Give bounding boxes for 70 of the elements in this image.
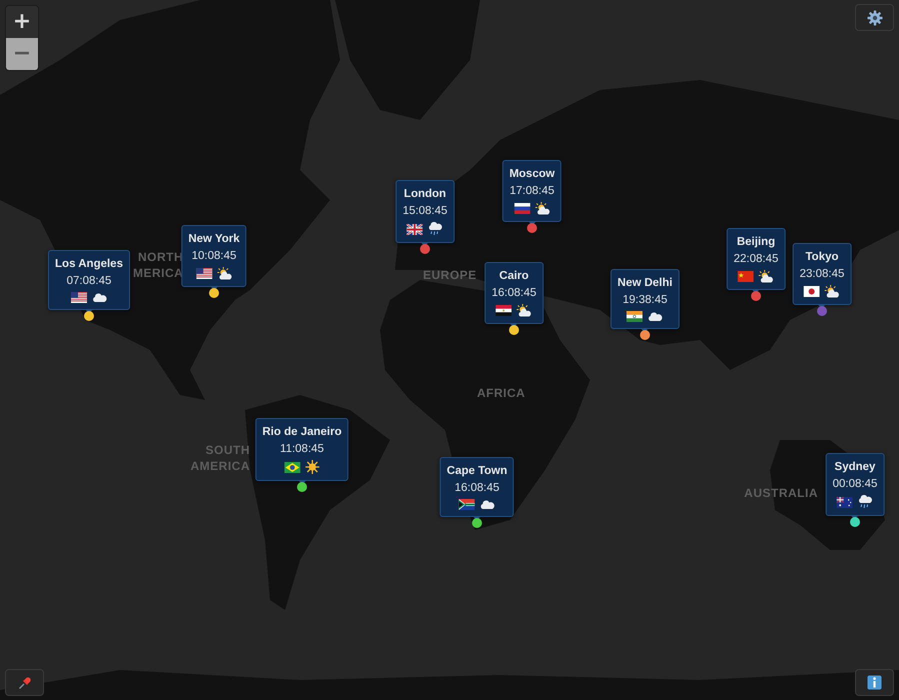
region-label: EUROPE [423, 269, 477, 281]
sun-behind-cloud-icon [517, 304, 532, 317]
city-card[interactable]: Rio de Janeiro 11:08:45 [255, 418, 349, 481]
cloud-icon [648, 311, 663, 322]
city-time: 16:08:45 [492, 287, 536, 299]
zoom-in-button[interactable]: + [6, 6, 38, 38]
city-time: 17:08:45 [510, 185, 554, 197]
city-name: Cairo [499, 270, 529, 282]
city-name: New York [188, 233, 240, 245]
settings-button[interactable] [855, 4, 894, 31]
city-card[interactable]: Sydney 00:08:45 [826, 453, 884, 516]
city-name: Beijing [736, 236, 776, 248]
flag-icon [627, 311, 643, 322]
city-card[interactable]: Cairo 16:08:45 [484, 262, 544, 324]
city-time: 22:08:45 [734, 253, 778, 265]
city-time: 00:08:45 [832, 478, 878, 490]
region-label: AUSTRALIA [744, 487, 818, 499]
city-time: 19:38:45 [622, 294, 668, 306]
city-name: Los Angeles [55, 258, 123, 270]
city-card[interactable]: Los Angeles 07:08:45 [48, 250, 130, 310]
city-time: 15:08:45 [402, 205, 448, 217]
flag-icon [196, 268, 212, 279]
city-name: Cape Town [446, 465, 508, 477]
city-card[interactable]: New York 10:08:45 [181, 225, 247, 287]
location-dot[interactable] [817, 306, 827, 316]
flag-icon [738, 271, 754, 282]
sun-behind-cloud-icon [759, 270, 774, 283]
flag-icon [496, 305, 512, 316]
city-name: Sydney [834, 461, 876, 473]
city-time: 23:08:45 [800, 268, 844, 280]
city-name: New Delhi [618, 277, 672, 289]
flag-icon [514, 203, 530, 214]
info-icon [867, 675, 882, 690]
flag-icon [407, 224, 423, 234]
city-name: Moscow [509, 168, 555, 180]
city-time: 16:08:45 [454, 482, 500, 494]
city-card[interactable]: New Delhi 19:38:45 [610, 269, 680, 329]
region-label: AFRICA [477, 387, 526, 399]
cloud-icon [92, 292, 107, 303]
city-time: 07:08:45 [66, 275, 112, 287]
region-label: NORTH [138, 251, 184, 263]
city-card[interactable]: Cape Town 16:08:45 [440, 457, 514, 517]
sun-icon [306, 460, 320, 474]
settings-icon [866, 10, 882, 26]
city-card[interactable]: London 15:08:45 [396, 180, 454, 243]
pushpin-icon [18, 676, 32, 690]
city-card[interactable]: Moscow 17:08:45 [502, 160, 562, 222]
city-name: London [404, 188, 446, 200]
city-time: 11:08:45 [280, 443, 324, 455]
city-card[interactable]: Tokyo 23:08:45 [792, 243, 852, 305]
sun-behind-cloud-icon [535, 202, 550, 215]
city-name: Tokyo [806, 251, 838, 263]
flag-icon [459, 499, 475, 510]
flag-icon [804, 286, 820, 297]
region-label: MERICA [133, 267, 184, 279]
sun-behind-cloud-icon [217, 267, 232, 280]
region-label: SOUTH [206, 444, 250, 456]
rain-cloud-icon [428, 222, 443, 236]
sun-behind-cloud-icon [825, 285, 840, 298]
cloud-icon [480, 499, 495, 510]
flag-icon [71, 292, 87, 303]
city-time: 10:08:45 [192, 250, 236, 262]
info-button[interactable] [855, 669, 894, 696]
flag-icon [837, 496, 853, 508]
rain-cloud-icon [858, 495, 873, 509]
pin-button[interactable] [5, 669, 44, 696]
city-card[interactable]: Beijing 22:08:45 [726, 228, 786, 290]
city-name: Rio de Janeiro [262, 426, 342, 438]
flag-icon [284, 462, 300, 472]
region-label: AMERICA [190, 460, 250, 472]
